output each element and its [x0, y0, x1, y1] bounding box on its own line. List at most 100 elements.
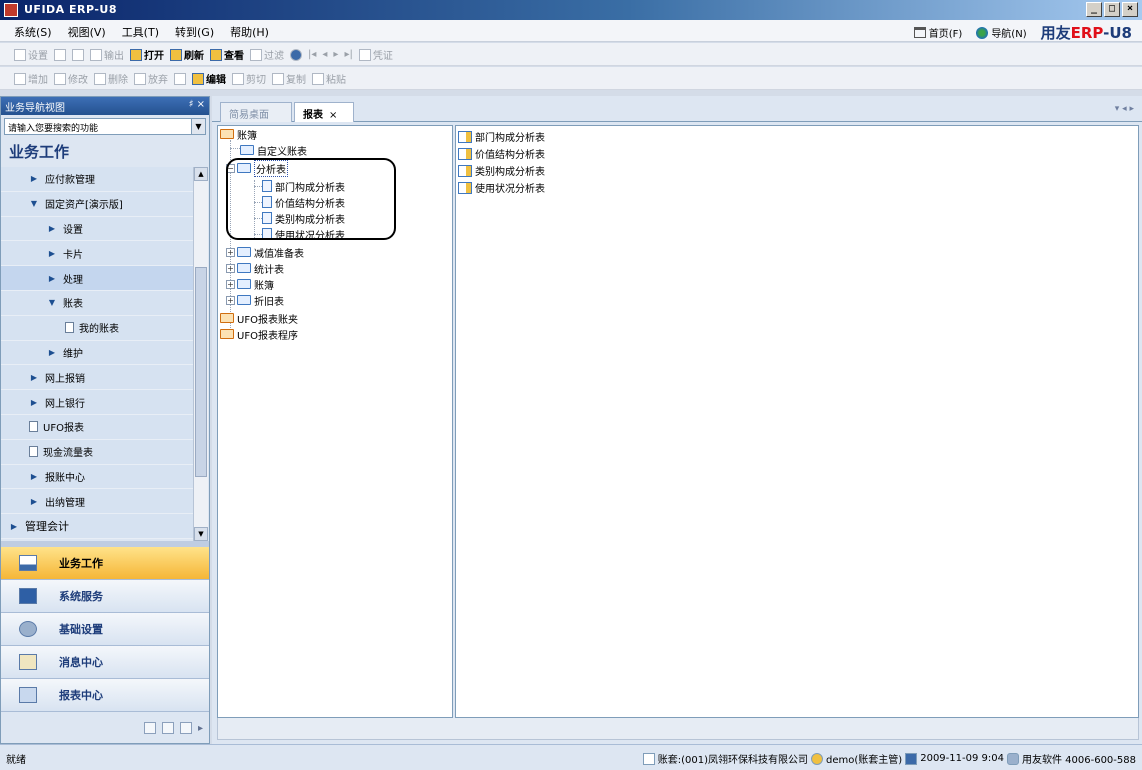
options-icon[interactable] [143, 722, 156, 734]
maximize-button[interactable]: □ [1104, 2, 1120, 17]
list-item[interactable]: 类别构成分析表 [458, 162, 545, 179]
window-controls: _ □ × [1086, 2, 1138, 17]
more-icon[interactable]: ▸ [198, 723, 203, 734]
nav-item[interactable]: UFO报表 [1, 414, 193, 440]
tree-node-depreciation[interactable]: + 折旧表 [226, 292, 284, 308]
tab-scroll-icon[interactable]: ▾ ◂ ▸ [1115, 104, 1134, 114]
expand-icon[interactable]: + [226, 279, 235, 289]
nav-item[interactable]: ▼ 账表 [1, 290, 193, 316]
menu-tools[interactable]: 工具(T) [122, 24, 159, 40]
nav-item[interactable]: ▶ 网上银行 [1, 390, 193, 415]
list-item[interactable]: 价值结构分析表 [458, 145, 545, 162]
nav-button-message[interactable]: 消息中心 [1, 646, 209, 679]
menu-help[interactable]: 帮助(H) [230, 24, 269, 40]
preview-button[interactable] [72, 48, 84, 61]
preview-icon [72, 48, 84, 61]
nav-item[interactable]: ▶ 管理会计 [1, 514, 193, 539]
delete-button[interactable]: 删除 [94, 71, 128, 86]
tree-node-custom[interactable]: 自定义账表 [240, 142, 307, 158]
expand-icon[interactable]: + [226, 263, 235, 273]
open-button[interactable]: 打开 [130, 47, 164, 62]
minimize-button[interactable]: _ [1086, 2, 1102, 17]
nav-item[interactable]: 现金流量表 [1, 439, 193, 465]
nav-button-system[interactable]: 系统服务 [1, 580, 209, 613]
tree-node-ledger[interactable]: + 账簿 [226, 276, 274, 292]
nav-scrollbar[interactable]: ▲ ▼ [193, 167, 208, 541]
nav-search-input[interactable]: 请输入您要搜索的功能 ▼ [4, 118, 206, 135]
tree-node-ledger-root[interactable]: 账簿 [220, 126, 257, 142]
folder-icon [220, 313, 234, 323]
filter-button[interactable]: 过滤 [250, 47, 284, 62]
edit-button[interactable]: 编辑 [192, 71, 226, 86]
home-link[interactable]: 首页(F) [913, 25, 962, 40]
help-button[interactable] [290, 48, 302, 61]
nav-item[interactable]: ▶ 维护 [1, 340, 193, 366]
export-button[interactable]: 输出 [90, 47, 124, 62]
nav-button-business[interactable]: 业务工作 [1, 547, 209, 580]
copy-button[interactable]: 复制 [272, 71, 306, 86]
voucher-button[interactable]: 凭证 [358, 47, 393, 62]
expand-icon[interactable]: + [226, 247, 235, 257]
tree-node-ufo-folder[interactable]: UFO报表账夹 [220, 310, 298, 326]
view-button[interactable]: 查看 [210, 47, 244, 62]
pin-close-icon[interactable]: ♯ × [189, 99, 205, 110]
nav-item[interactable]: ▶ 出纳管理 [1, 489, 193, 515]
tree-node-impairment[interactable]: + 减值准备表 [226, 244, 304, 260]
list-item[interactable]: 部门构成分析表 [458, 128, 545, 145]
list-item[interactable]: 使用状况分析表 [458, 179, 545, 196]
add-button[interactable]: 增加 [14, 71, 48, 86]
discard-label: 放弃 [148, 75, 168, 86]
menu-goto[interactable]: 转到(G) [175, 24, 214, 40]
tree-node-statistics[interactable]: + 统计表 [226, 260, 284, 276]
folder-icon [237, 279, 251, 289]
refresh-button[interactable]: 刷新 [170, 47, 204, 62]
prev-record-icon[interactable]: ◂ [322, 49, 327, 60]
close-button[interactable]: × [1122, 2, 1138, 17]
nav-item[interactable]: ▶ 网上报销 [1, 365, 193, 391]
collapsed-arrow-icon: ▶ [30, 471, 38, 481]
menu-system[interactable]: 系统(S) [14, 24, 52, 40]
scroll-down-icon[interactable]: ▼ [194, 527, 208, 541]
expand-icon[interactable]: + [226, 295, 235, 305]
nav-item[interactable]: ▶ 卡片 [1, 241, 193, 267]
scroll-thumb[interactable] [195, 267, 207, 477]
tab-simple-desktop[interactable]: 简易桌面 [220, 102, 292, 122]
nav-item[interactable]: ▶ 设置 [1, 216, 193, 242]
close-tab-icon[interactable]: × [329, 110, 337, 121]
first-record-icon[interactable]: |◂ [308, 49, 316, 60]
nav-item-label: 我的账表 [79, 324, 119, 336]
cut-button[interactable]: 剪切 [232, 71, 266, 86]
collapsed-arrow-icon: ▶ [30, 496, 38, 506]
nav-item-label: 网上报销 [45, 373, 85, 385]
tree-node-ufo-program[interactable]: UFO报表程序 [220, 326, 298, 342]
nav-item-label: UFO报表 [43, 423, 84, 435]
report-icon [458, 130, 472, 143]
nav-item-label: 现金流量表 [43, 448, 93, 460]
last-record-icon[interactable]: ▸| [344, 49, 352, 60]
save-button[interactable] [174, 72, 186, 85]
chevron-down-icon[interactable]: ▼ [191, 119, 205, 134]
nav-button-basic[interactable]: 基础设置 [1, 613, 209, 646]
nav-item[interactable]: ▼ 固定资产[演示版] [1, 191, 193, 217]
menu-view[interactable]: 视图(V) [68, 24, 106, 40]
nav-button-report[interactable]: 报表中心 [1, 679, 209, 712]
scroll-up-icon[interactable]: ▲ [194, 167, 208, 181]
modify-button[interactable]: 修改 [54, 71, 88, 86]
chart-icon [19, 555, 37, 571]
nav-item[interactable]: ▶ 处理 [1, 266, 193, 291]
paste-button[interactable]: 粘贴 [312, 71, 346, 86]
nav-button-label: 消息中心 [59, 656, 103, 669]
tree-node-label: 账簿 [237, 130, 257, 142]
tree-icon[interactable] [179, 722, 192, 734]
nav-item[interactable]: 我的账表 [1, 315, 193, 341]
tab-reports[interactable]: 报表 × [294, 102, 354, 122]
document-icon [29, 421, 38, 433]
next-record-icon[interactable]: ▸ [333, 49, 338, 60]
discard-button[interactable]: 放弃 [134, 71, 168, 86]
nav-item[interactable]: ▶ 报账中心 [1, 464, 193, 490]
navigate-link[interactable]: 导航(N) [976, 25, 1027, 40]
settings-button[interactable]: 设置 [14, 47, 48, 62]
print-button[interactable] [54, 48, 66, 61]
nav-item[interactable]: ▶ 应付款管理 [1, 167, 193, 192]
list-icon[interactable] [161, 722, 174, 734]
